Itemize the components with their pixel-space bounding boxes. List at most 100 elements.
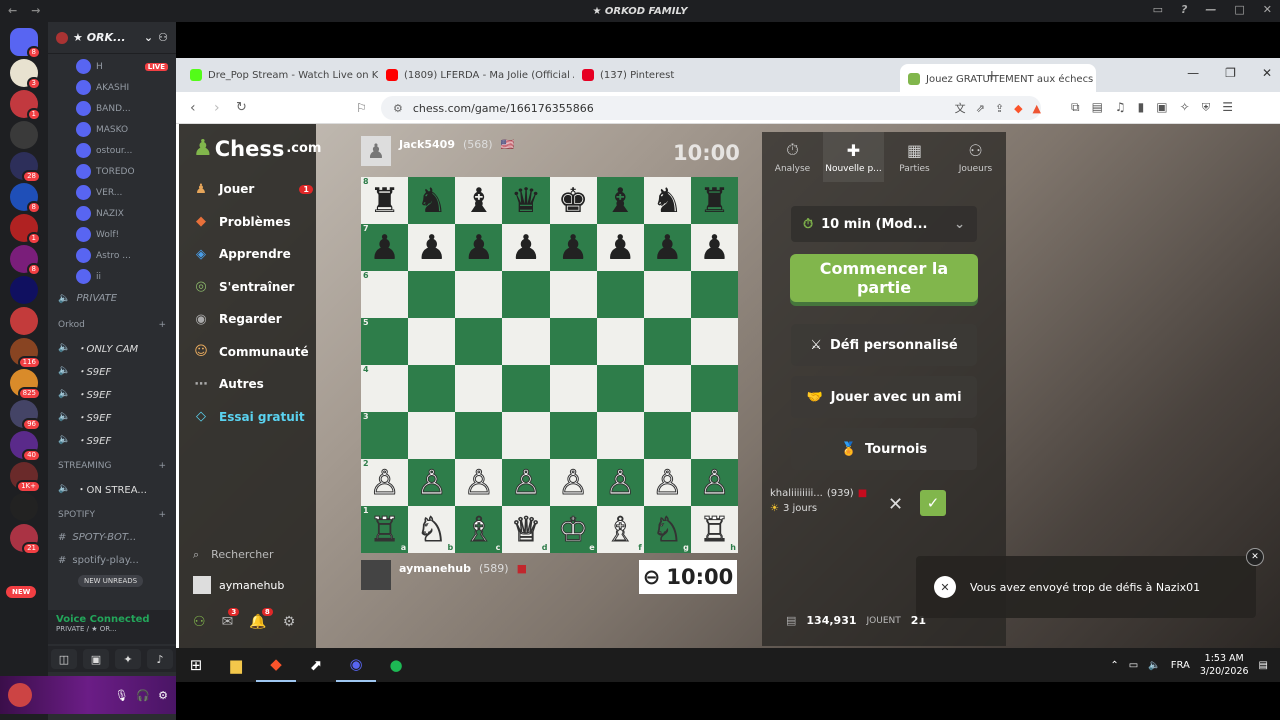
voice-user[interactable]: BAND...	[48, 98, 176, 119]
reload-icon[interactable]: ↻	[236, 100, 247, 115]
close-icon[interactable]: ✕	[1263, 3, 1272, 16]
category-spotify[interactable]: SPOTIFY +	[48, 504, 176, 526]
soundboard-icon[interactable]: ♪	[147, 649, 173, 669]
voice-user[interactable]: AKASHI	[48, 77, 176, 98]
board-square[interactable]	[643, 412, 691, 459]
chess-logo[interactable]: ♟ Chess .com	[193, 136, 321, 161]
chess-piece[interactable]: ♘	[416, 512, 448, 547]
board-square[interactable]: ♞	[408, 177, 456, 224]
accept-icon[interactable]: ✓	[920, 490, 946, 516]
board-square[interactable]: ♝	[455, 177, 503, 224]
voice-channel[interactable]: 🔈 ・ONLY CAM	[48, 336, 176, 359]
board-square[interactable]: g ♘	[643, 506, 691, 553]
back-icon[interactable]: ←	[8, 4, 17, 17]
board-square[interactable]	[408, 365, 456, 412]
board-square[interactable]: ♟	[502, 224, 550, 271]
board-square[interactable]	[690, 365, 738, 412]
server-icon[interactable]: 8	[10, 245, 41, 276]
board-square[interactable]: 7 ♟	[361, 224, 409, 271]
add-channel-icon[interactable]: +	[158, 510, 166, 520]
nav-apprendre[interactable]: ◈ Apprendre	[193, 243, 313, 265]
app-icon[interactable]: ⬈	[296, 648, 336, 682]
new-unreads-pill[interactable]: NEW UNREADS	[78, 575, 144, 587]
board-square[interactable]: ♙	[690, 459, 738, 506]
translate-icon[interactable]: 文	[955, 100, 966, 116]
share-icon[interactable]: ⇪	[995, 102, 1004, 115]
self-player[interactable]: aymanehub (589) ■	[361, 560, 527, 590]
board-square[interactable]: ♛	[502, 177, 550, 224]
channel-spotify-play[interactable]: # spotify-play...	[48, 549, 176, 572]
nav-autres[interactable]: ⋯ Autres	[193, 373, 313, 395]
bookmark-icon[interactable]: ⚐	[356, 101, 367, 115]
server-icon[interactable]: 116	[10, 338, 41, 369]
voice-status[interactable]: Voice Connected	[56, 614, 168, 625]
close-icon[interactable]: ✕	[1262, 66, 1272, 80]
board-square[interactable]: b ♘	[408, 506, 456, 553]
server-icon[interactable]: 1K+	[10, 462, 41, 493]
board-square[interactable]	[643, 271, 691, 318]
search-nav[interactable]: ⌕ Rechercher	[193, 548, 273, 562]
chess-piece[interactable]: ♟	[511, 231, 541, 265]
discord-icon[interactable]: ◉	[336, 648, 376, 682]
nav-sentraner[interactable]: ◎ S'entraîner	[193, 276, 313, 298]
server-icon[interactable]: 8	[10, 183, 41, 214]
network-icon[interactable]: ▭	[1129, 660, 1138, 671]
nav-communaut[interactable]: ☺ Communauté	[193, 341, 313, 363]
server-icon[interactable]: 40	[10, 431, 41, 462]
add-channel-icon[interactable]: +	[158, 461, 166, 471]
voice-user[interactable]: NAZIX	[48, 203, 176, 224]
board-square[interactable]: ♙	[455, 459, 503, 506]
board-square[interactable]: ♟	[549, 224, 597, 271]
camera-icon[interactable]: ◫	[51, 649, 77, 669]
profile-nav[interactable]: aymanehub	[193, 576, 284, 594]
chess-piece[interactable]: ♙	[463, 465, 495, 500]
extensions-icon[interactable]: ⧉▤♫▮▣✧⛨☰	[1071, 100, 1245, 115]
voice-user[interactable]: H LIVE	[48, 56, 176, 77]
server-icon[interactable]: 825	[10, 369, 41, 400]
board-square[interactable]: 4	[361, 365, 409, 412]
chess-piece[interactable]: ♞	[416, 184, 446, 218]
chess-piece[interactable]: ♙	[557, 465, 589, 500]
chess-board[interactable]: 8 ♜ ♞ ♝ ♛ ♚ ♝ ♞ ♜ 7 ♟ ♟ ♟ ♟ ♟ ♟ ♟ ♟ 6 5 4 3 2 ♙ ♙ ♙ ♙ ♙ ♙ ♙ ♙ 1 a ♖ b ♘ c ♗ d ♕…	[361, 177, 738, 553]
voice-user[interactable]: ostour...	[48, 140, 176, 161]
headphones-icon[interactable]: 🎧	[136, 689, 150, 702]
channel-on-stream[interactable]: 🔈 ・ON STREA...	[48, 477, 176, 500]
minimize-icon[interactable]: —	[1205, 3, 1216, 16]
browser-tab[interactable]: (1809) LFERDA - Ma Jolie (Official Au	[378, 62, 574, 88]
new-tab-icon[interactable]: +	[986, 68, 998, 84]
channel-private[interactable]: 🔈 PRIVATE	[48, 287, 176, 310]
add-channel-icon[interactable]: +	[158, 320, 166, 330]
screen-share-icon[interactable]: ▣	[83, 649, 109, 669]
mail-icon[interactable]: ✉ 3	[222, 608, 240, 630]
channel-spoty-bot[interactable]: # SPOTY-BOT...	[48, 526, 176, 549]
board-square[interactable]	[455, 271, 503, 318]
panel-tab[interactable]: ⚇ Joueurs	[945, 132, 1006, 182]
microphone-icon[interactable]: 🎙	[114, 689, 128, 702]
nav-essaigratuit[interactable]: ◇ Essai gratuit	[193, 406, 313, 428]
chess-piece[interactable]: ♟	[652, 231, 682, 265]
nav-problmes[interactable]: ◆ Problèmes	[193, 211, 313, 233]
minimize-icon[interactable]: —	[1187, 66, 1199, 80]
chess-piece[interactable]: ♟	[369, 231, 399, 265]
custom-challenge-button[interactable]: ⚔ Défi personnalisé	[791, 324, 977, 366]
url-field[interactable]: ⚙ chess.com/game/166176355866 文 ⇗ ⇪ ◆ ▲	[381, 96, 1041, 120]
chess-piece[interactable]: ♚	[558, 184, 588, 218]
board-square[interactable]: ♙	[502, 459, 550, 506]
back-icon[interactable]: ‹	[190, 100, 196, 116]
server-icon[interactable]: 28	[10, 152, 41, 183]
chess-piece[interactable]: ♕	[510, 512, 542, 547]
board-square[interactable]: ♙	[408, 459, 456, 506]
chess-piece[interactable]: ♔	[557, 512, 589, 547]
board-square[interactable]	[502, 318, 550, 365]
board-square[interactable]: ♝	[596, 177, 644, 224]
board-square[interactable]	[596, 412, 644, 459]
gear-icon[interactable]: ⚙	[283, 614, 296, 630]
chess-piece[interactable]: ♘	[652, 512, 684, 547]
board-square[interactable]	[455, 318, 503, 365]
forward-icon[interactable]: ›	[214, 100, 220, 116]
activities-icon[interactable]: ✦	[115, 649, 141, 669]
board-square[interactable]: ♙	[596, 459, 644, 506]
chess-piece[interactable]: ♝	[464, 184, 494, 218]
server-icon[interactable]	[10, 307, 38, 335]
server-header[interactable]: ★ ORK... ⌄ ⚇	[48, 22, 176, 54]
